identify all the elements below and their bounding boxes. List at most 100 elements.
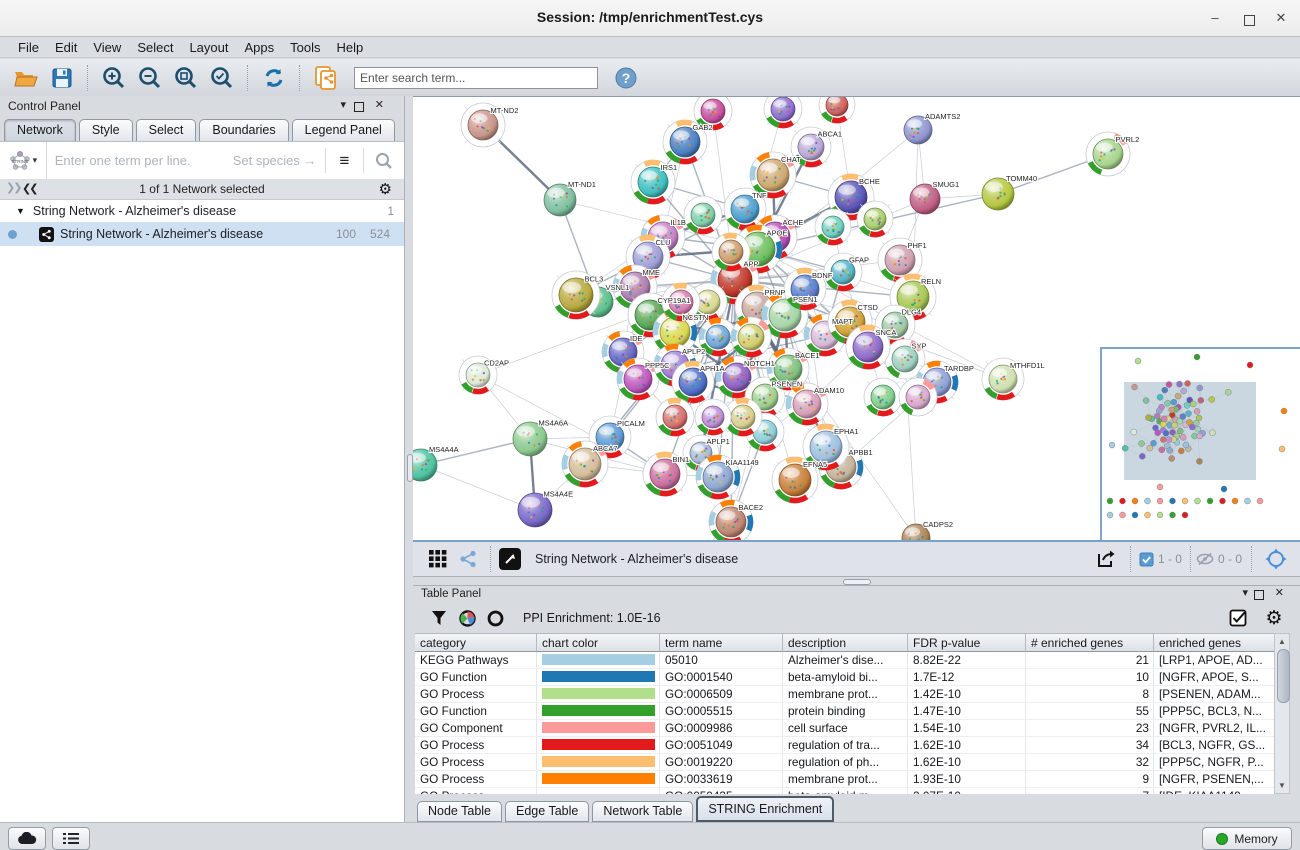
svg-text:PHF1: PHF1 <box>908 241 927 250</box>
menu-item-layout[interactable]: Layout <box>181 38 236 57</box>
close-panel-icon[interactable]: ✕ <box>1275 587 1284 600</box>
tab-select[interactable]: Select <box>136 119 197 141</box>
cell-term-name: GO:0051049 <box>660 737 783 753</box>
control-panel-title: Control Panel <box>8 99 81 113</box>
menu-item-apps[interactable]: Apps <box>237 38 283 57</box>
panel-menu-icon[interactable]: ▾ <box>1242 587 1248 600</box>
string-term-input[interactable] <box>47 152 233 169</box>
column-header-description[interactable]: description <box>783 633 908 652</box>
navigator-overview[interactable] <box>1102 349 1296 538</box>
string-logo-icon: STRING <box>9 150 31 172</box>
svg-text:PICALM: PICALM <box>617 419 645 428</box>
table-row[interactable]: GO ProcessGO:0050435beta-amyloid m...2.0… <box>415 788 1284 794</box>
panel-splitter[interactable] <box>405 96 413 822</box>
table-scrollbar[interactable]: ▲ ▼ <box>1274 633 1290 794</box>
refresh-button[interactable] <box>258 63 290 93</box>
chart-color-swatch <box>542 739 655 750</box>
zoom-fit-button[interactable] <box>170 63 202 93</box>
search-input[interactable] <box>354 67 598 89</box>
menu-item-tools[interactable]: Tools <box>282 38 328 57</box>
column-header-term-name[interactable]: term name <box>660 633 783 652</box>
reset-charts-button[interactable] <box>483 603 507 633</box>
column-header-category[interactable]: category <box>415 633 537 652</box>
export-icon <box>1095 549 1115 569</box>
svg-text:APOE: APOE <box>767 228 788 237</box>
menu-item-help[interactable]: Help <box>329 38 372 57</box>
gear-icon[interactable]: ⚙ <box>379 180 392 198</box>
maximize-button[interactable] <box>1238 12 1260 32</box>
hidden-elements-eye-icon <box>1196 552 1214 566</box>
menu-item-file[interactable]: File <box>10 38 47 57</box>
string-search-button[interactable] <box>364 152 404 170</box>
float-panel-icon[interactable] <box>1254 590 1264 600</box>
table-splitter[interactable] <box>413 577 1300 585</box>
tab-legend-panel[interactable]: Legend Panel <box>292 119 395 141</box>
menu-item-view[interactable]: View <box>85 38 129 57</box>
grid-mode-button[interactable] <box>425 544 451 574</box>
string-protein-query-dropdown[interactable]: STRING ▾ <box>0 142 47 179</box>
tree-expander-icon[interactable]: ▼ <box>16 206 25 216</box>
panel-menu-icon[interactable]: ▾ <box>340 99 346 112</box>
column-header--enriched-genes[interactable]: # enriched genes <box>1026 633 1154 652</box>
column-header-enriched-genes[interactable]: enriched genes <box>1154 633 1284 652</box>
ppi-enrichment-status: PPI Enrichment: 1.0E-16 <box>523 611 661 625</box>
set-species-hint[interactable]: Set species → <box>233 153 317 168</box>
column-header-FDR-p-value[interactable]: FDR p-value <box>908 633 1026 652</box>
scroll-down-arrow[interactable]: ▼ <box>1276 779 1288 792</box>
window-title: Session: /tmp/enrichmentTest.cys <box>0 9 1300 25</box>
export-network-button[interactable] <box>1089 544 1121 574</box>
cell-term-name: GO:0009986 <box>660 720 783 736</box>
help-button[interactable]: ? <box>610 63 642 93</box>
close-panel-icon[interactable]: ✕ <box>375 99 384 112</box>
network-row[interactable]: String Network - Alzheimer's disease 100… <box>0 222 404 246</box>
draw-charts-button[interactable] <box>455 603 479 633</box>
tab-string-enrichment[interactable]: STRING Enrichment <box>696 796 834 822</box>
task-list-button[interactable] <box>52 827 90 850</box>
tab-style[interactable]: Style <box>79 119 133 141</box>
svg-text:VSNL1: VSNL1 <box>606 283 630 292</box>
float-panel-icon[interactable] <box>354 102 364 112</box>
minimize-button[interactable]: – <box>1204 8 1226 28</box>
network-view[interactable]: MT-ND2MT-ND1VSNL1CD2APMS4A6AMS4A4AMS4A4E… <box>413 96 1300 540</box>
table-row[interactable]: GO ComponentGO:0009986cell surface1.54E-… <box>415 720 1284 737</box>
network-navigator[interactable] <box>1100 347 1300 540</box>
menu-item-edit[interactable]: Edit <box>47 38 85 57</box>
network-share-view-button[interactable] <box>455 544 481 574</box>
scroll-up-arrow[interactable]: ▲ <box>1276 635 1288 648</box>
tab-node-table[interactable]: Node Table <box>417 801 502 822</box>
string-options-menu-icon[interactable]: ≡ <box>326 151 364 171</box>
control-panel-header: Control Panel ▾ ✕ <box>0 96 404 116</box>
close-button[interactable]: ✕ <box>1270 8 1292 28</box>
column-header-chart-color[interactable]: chart color <box>537 633 660 652</box>
table-row[interactable]: KEGG Pathways05010Alzheimer's dise...8.8… <box>415 652 1284 669</box>
table-row[interactable]: GO ProcessGO:0006509membrane prot...1.42… <box>415 686 1284 703</box>
cloud-button[interactable] <box>8 827 46 850</box>
zoom-out-button[interactable] <box>134 63 166 93</box>
chart-color-swatch <box>542 671 655 682</box>
select-categories-button[interactable] <box>1222 603 1254 633</box>
table-row[interactable]: GO ProcessGO:0033619membrane prot...1.93… <box>415 771 1284 788</box>
filter-button[interactable] <box>427 603 451 633</box>
scrollbar-thumb[interactable] <box>1277 649 1290 703</box>
tab-network-table[interactable]: Network Table <box>592 801 693 822</box>
table-row[interactable]: GO FunctionGO:0001540beta-amyloid bi...1… <box>415 669 1284 686</box>
zoom-selected-button[interactable] <box>206 63 238 93</box>
menu-item-select[interactable]: Select <box>129 38 181 57</box>
save-icon <box>52 68 72 88</box>
network-from-file-button[interactable] <box>310 63 342 93</box>
network-collection-row[interactable]: ▼ String Network - Alzheimer's disease 1 <box>0 200 404 222</box>
tab-boundaries[interactable]: Boundaries <box>199 119 288 141</box>
memory-button[interactable]: Memory <box>1202 827 1292 850</box>
table-row[interactable]: GO FunctionGO:0005515protein binding1.47… <box>415 703 1284 720</box>
save-session-button[interactable] <box>46 63 78 93</box>
tab-network[interactable]: Network <box>4 119 76 141</box>
settings-button[interactable]: ⚙ <box>1258 603 1290 633</box>
tab-edge-table[interactable]: Edge Table <box>505 801 589 822</box>
zoom-in-button[interactable] <box>98 63 130 93</box>
annotation-mode-button[interactable] <box>499 548 521 570</box>
birdseye-toggle-button[interactable] <box>1260 544 1292 574</box>
table-row[interactable]: GO ProcessGO:0051049regulation of tra...… <box>415 737 1284 754</box>
open-session-button[interactable] <box>10 63 42 93</box>
cell-enriched-count: 23 <box>1026 720 1154 736</box>
table-row[interactable]: GO ProcessGO:0019220regulation of ph...1… <box>415 754 1284 771</box>
